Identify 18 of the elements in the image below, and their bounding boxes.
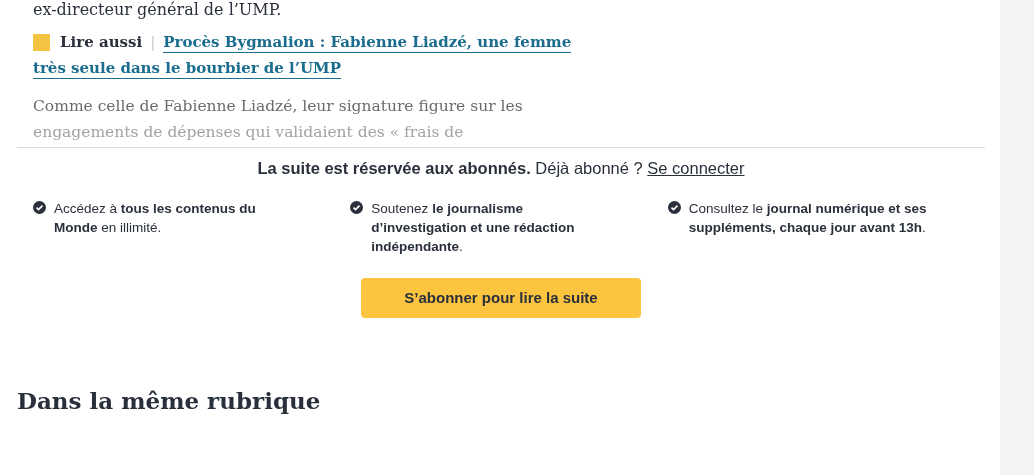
faded-article-text: engagements de dépenses qui validaient des « frais de <box>33 122 465 143</box>
related-article-link[interactable]: Procès Bygmalion : Fabienne Liadzé, une femme <box>163 31 572 53</box>
section-heading: Dans la même rubrique <box>17 385 322 416</box>
login-link[interactable]: Se connecter <box>647 159 745 177</box>
benefit-text: Soutenez le journalisme d’investigation et une rédaction indépendante. <box>371 199 576 256</box>
separator: | <box>150 32 156 53</box>
benefit-text: Accédez à tous les contenus du Monde en illimité. <box>54 199 257 237</box>
faded-article-text: Comme celle de Fabienne Liadzé, leur signature figure sur les <box>33 96 524 117</box>
benefit-text: Consultez le journal numérique et ses suppléments, chaque jour avant 13h. <box>688 199 928 237</box>
article-text: ex-directeur général de l’UMP. <box>33 0 283 20</box>
check-icon <box>33 200 46 214</box>
check-icon <box>667 200 681 214</box>
subscriber-prompt: Déjà abonné ? <box>535 159 643 177</box>
read-also-label: Lire aussi <box>60 32 143 53</box>
related-article-link[interactable]: très seule dans le bourbier de l’UMP <box>33 58 341 79</box>
paywall-title: La suite est réservée aux abonnés. <box>257 159 531 177</box>
check-icon <box>350 200 364 214</box>
subscribe-button[interactable]: S’abonner pour lire la suite <box>361 277 641 318</box>
